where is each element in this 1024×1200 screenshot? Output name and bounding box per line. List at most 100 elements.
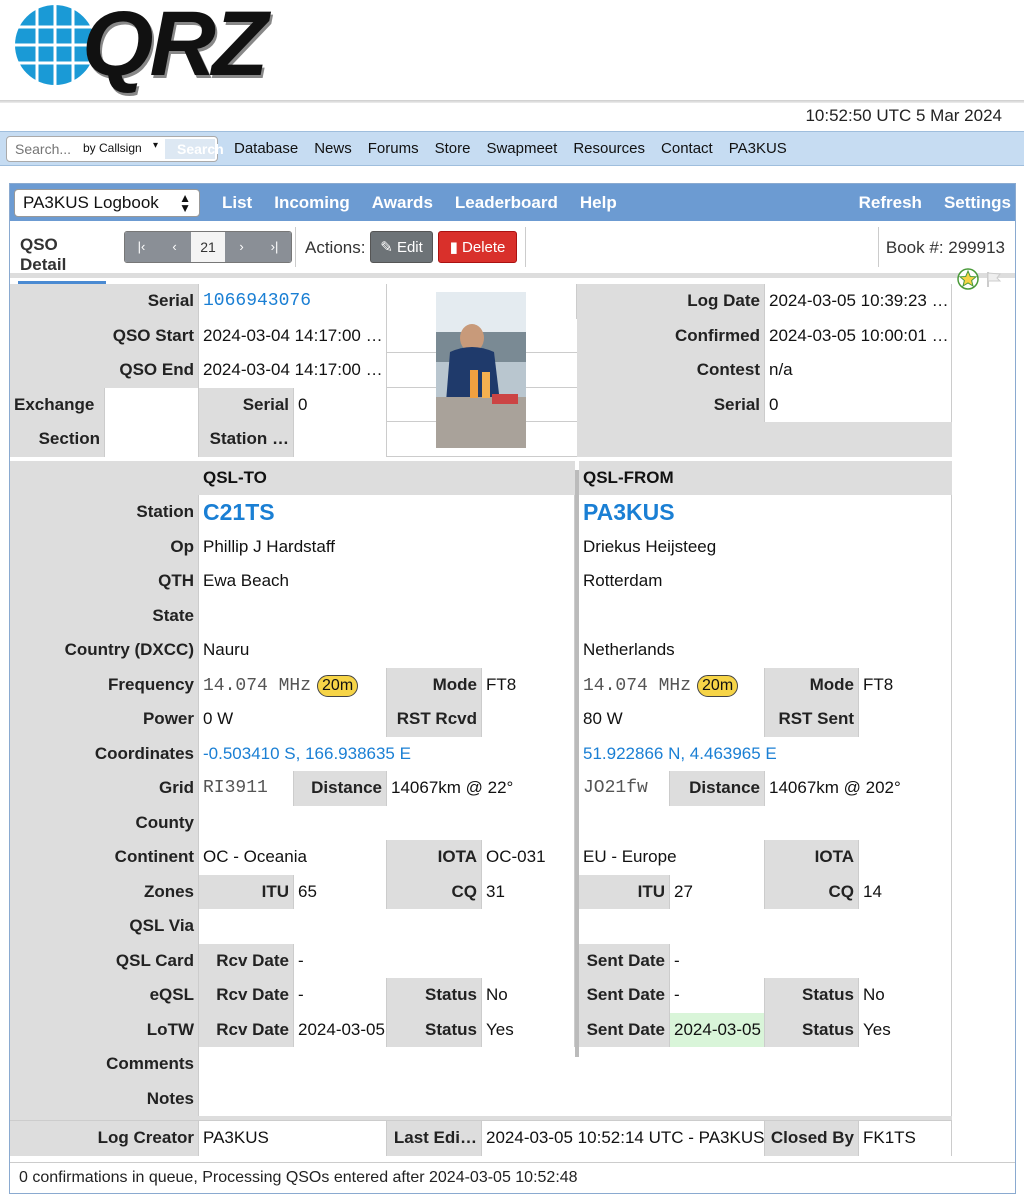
to-cq: 31 bbox=[482, 874, 575, 909]
search-by-select[interactable]: by Callsign bbox=[83, 141, 142, 155]
rst-sent-label: RST Sent bbox=[765, 702, 859, 737]
from-continent: EU - Europe bbox=[579, 840, 765, 875]
separator bbox=[525, 227, 526, 267]
exchange-value bbox=[105, 387, 199, 422]
delete-button[interactable]: ▮ Delete bbox=[438, 231, 517, 263]
table-row: Notes bbox=[10, 1081, 952, 1116]
logbook-select[interactable]: PA3KUS Logbook ▲ ▼ bbox=[14, 189, 200, 217]
to-frequency: 14.074 MHz 20m bbox=[199, 667, 387, 702]
flag-icon[interactable] bbox=[985, 270, 1003, 288]
log-date-value: 2024-03-05 10:39:23 … bbox=[765, 284, 952, 319]
empty-cell bbox=[577, 422, 952, 457]
station-label: Station bbox=[10, 495, 199, 530]
serial-value[interactable]: 1066943076 bbox=[199, 284, 387, 319]
from-coordinates-link[interactable]: 51.922866 N, 4.463965 E bbox=[579, 736, 952, 771]
delete-label: Delete bbox=[462, 239, 506, 256]
eqsl-rcv-date: - bbox=[294, 978, 387, 1013]
cq-label: CQ bbox=[387, 874, 482, 909]
station-short-value bbox=[294, 422, 387, 457]
nav-store[interactable]: Store bbox=[435, 140, 471, 157]
first-page-icon[interactable]: |‹ bbox=[125, 232, 158, 262]
menu-list[interactable]: List bbox=[222, 193, 252, 213]
nav-resources[interactable]: Resources bbox=[573, 140, 645, 157]
contest-value: n/a bbox=[765, 353, 952, 388]
section-value bbox=[105, 422, 199, 457]
qso-start-label: QSO Start bbox=[10, 318, 199, 353]
table-row: QSL Via bbox=[10, 909, 952, 944]
prev-page-icon[interactable]: ‹ bbox=[158, 232, 191, 262]
search-button[interactable]: Search bbox=[165, 139, 224, 159]
separator bbox=[295, 227, 296, 267]
closed-by-label: Closed By bbox=[765, 1121, 859, 1156]
power-label: Power bbox=[10, 702, 199, 737]
search-input[interactable] bbox=[9, 139, 79, 159]
operator-photo[interactable] bbox=[436, 292, 526, 448]
book-number: Book #: 299913 bbox=[885, 238, 1005, 257]
distance-label: Distance bbox=[294, 771, 387, 806]
actions-label: Actions: bbox=[305, 238, 366, 257]
caret-down-icon: ▾ bbox=[153, 140, 159, 151]
rcv-date-label: Rcv Date bbox=[199, 1012, 294, 1047]
edit-label: Edit bbox=[396, 239, 423, 256]
county-label: County bbox=[10, 805, 199, 840]
from-grid: JO21fw bbox=[579, 771, 670, 806]
nav-swapmeet[interactable]: Swapmeet bbox=[486, 140, 557, 157]
qsl-rcv-date: - bbox=[294, 943, 575, 978]
to-mode: FT8 bbox=[482, 667, 575, 702]
logbook-panel: PA3KUS Logbook ▲ ▼ List Incoming Awards L… bbox=[9, 183, 1016, 1194]
table-row: Continent OC - Oceania IOTA OC-031 EU - Euro… bbox=[10, 840, 952, 875]
next-page-icon[interactable]: › bbox=[225, 232, 258, 262]
edit-button[interactable]: ✎ Edit bbox=[370, 231, 433, 263]
last-page-icon[interactable]: ›| bbox=[258, 232, 291, 262]
pager: |‹ ‹ 21 › ›| bbox=[124, 231, 292, 263]
nav-user[interactable]: PA3KUS bbox=[729, 140, 787, 157]
table-row: QSL-TO QSL-FROM bbox=[10, 460, 952, 495]
from-itu: 27 bbox=[670, 874, 765, 909]
qso-detail-table: Serial 1066943076 Log Date 2024-03-05 10… bbox=[10, 284, 952, 1156]
qso-end-value: 2024-03-04 14:17:00 … bbox=[199, 353, 387, 388]
menu-help[interactable]: Help bbox=[580, 193, 617, 213]
band-badge: 20m bbox=[697, 674, 739, 697]
to-station-link[interactable]: C21TS bbox=[199, 495, 575, 530]
grid-label: Grid bbox=[10, 771, 199, 806]
nav-contact[interactable]: Contact bbox=[661, 140, 713, 157]
to-state bbox=[199, 598, 575, 633]
table-row: Zones ITU 65 CQ 31 ITU 27 CQ 14 bbox=[10, 874, 952, 909]
frequency-value: 14.074 MHz bbox=[203, 675, 312, 696]
nav-database[interactable]: Database bbox=[234, 140, 298, 157]
cq-label: CQ bbox=[765, 874, 859, 909]
r-serial-label: Serial bbox=[577, 387, 765, 422]
from-iota bbox=[859, 840, 952, 875]
last-edit-label: Last Edi… bbox=[387, 1121, 482, 1156]
iota-label: IOTA bbox=[387, 840, 482, 875]
from-station-link[interactable]: PA3KUS bbox=[579, 495, 952, 530]
trash-icon: ▮ bbox=[449, 239, 458, 256]
menu-incoming[interactable]: Incoming bbox=[274, 193, 350, 213]
qsl-card-label: QSL Card bbox=[10, 943, 199, 978]
to-county bbox=[199, 805, 575, 840]
lotw-label: LoTW bbox=[10, 1012, 199, 1047]
notes-value bbox=[199, 1081, 952, 1116]
to-power: 0 W bbox=[199, 702, 387, 737]
from-frequency: 14.074 MHz 20m bbox=[579, 667, 765, 702]
itu-label: ITU bbox=[579, 874, 670, 909]
from-cq: 14 bbox=[859, 874, 952, 909]
to-distance: 14067km @ 22° bbox=[387, 771, 575, 806]
qrz-logo[interactable]: QRZ bbox=[82, 0, 268, 97]
station-short-label: Station … bbox=[199, 422, 294, 457]
menu-refresh[interactable]: Refresh bbox=[859, 193, 922, 213]
menu-leaderboard[interactable]: Leaderboard bbox=[455, 193, 558, 213]
to-coordinates-link[interactable]: -0.503410 S, 166.938635 E bbox=[199, 736, 575, 771]
from-qsl-via bbox=[579, 909, 952, 944]
star-icon[interactable] bbox=[957, 268, 979, 290]
op-label: Op bbox=[10, 529, 199, 564]
table-row: eQSL Rcv Date - Status No Sent Date - Status No bbox=[10, 978, 952, 1013]
nav-news[interactable]: News bbox=[314, 140, 352, 157]
menu-settings[interactable]: Settings bbox=[944, 193, 1011, 213]
nav-forums[interactable]: Forums bbox=[368, 140, 419, 157]
qsl-sent-date: - bbox=[670, 943, 952, 978]
menu-awards[interactable]: Awards bbox=[372, 193, 433, 213]
page-number[interactable]: 21 bbox=[191, 232, 225, 262]
band-badge: 20m bbox=[317, 674, 359, 697]
table-row: Log Creator PA3KUS Last Edi… 2024-03-05 10:… bbox=[10, 1121, 952, 1156]
